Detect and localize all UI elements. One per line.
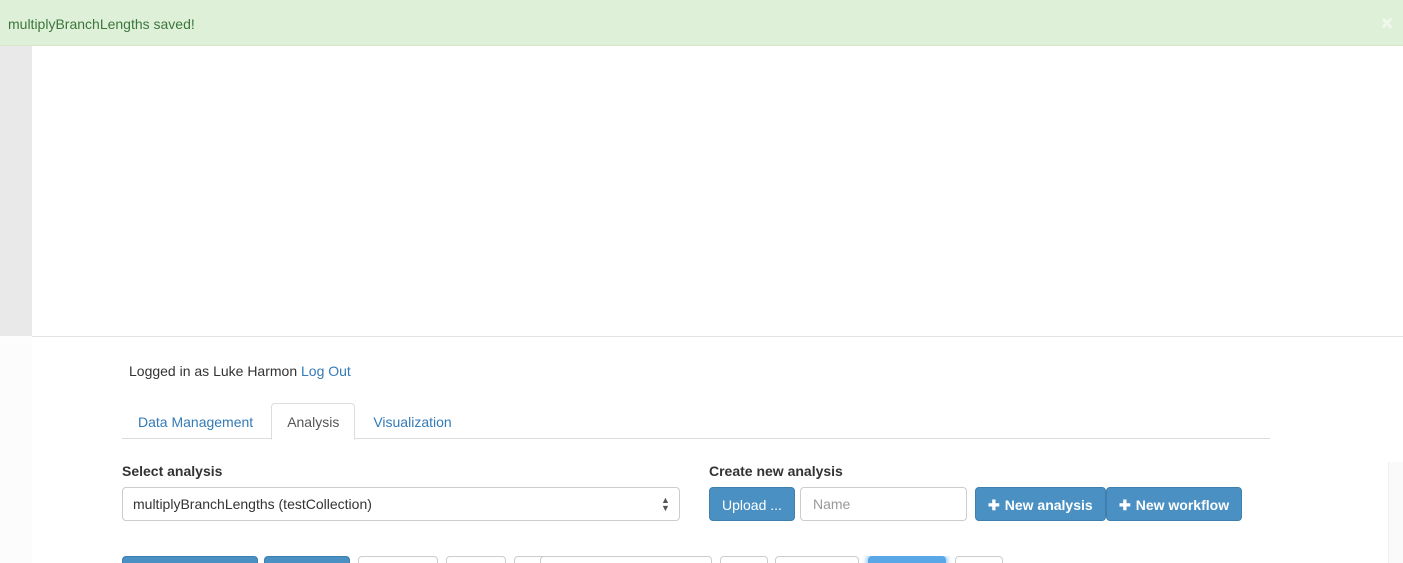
tab-analysis[interactable]: Analysis (271, 403, 356, 440)
stepper-down-icon: ▼ (661, 503, 670, 513)
alert-message: multiplyBranchLengths saved! (8, 16, 195, 32)
left-gutter (0, 46, 32, 336)
plus-icon: ✚ (1119, 497, 1131, 513)
clipped-toolbar-button[interactable] (358, 556, 438, 563)
page-scrollbar-track[interactable] (1388, 462, 1403, 563)
upload-button[interactable]: Upload ... (709, 487, 795, 521)
select-analysis-value: multiplyBranchLengths (testCollection) (133, 496, 372, 512)
select-analysis-label: Select analysis (122, 463, 223, 479)
new-analysis-button-label: New analysis (1004, 497, 1093, 513)
stepper-arrows-icon: ▲ ▼ (661, 496, 670, 514)
select-analysis-dropdown[interactable]: multiplyBranchLengths (testCollection) ▲… (122, 487, 680, 521)
create-analysis-label: Create new analysis (709, 463, 843, 479)
app-root: multiplyBranchLengths saved! × Logged in… (0, 0, 1403, 563)
tab-data-management[interactable]: Data Management (122, 403, 269, 439)
clipped-toolbar-button[interactable] (955, 556, 1003, 563)
clipped-toolbar-button[interactable] (122, 556, 258, 563)
logout-link[interactable]: Log Out (301, 363, 351, 379)
clipped-toolbar-button[interactable] (540, 556, 712, 563)
plus-icon: ✚ (988, 497, 1000, 513)
success-alert: multiplyBranchLengths saved! × (0, 0, 1403, 46)
clipped-toolbar-row (0, 556, 1403, 563)
viewer-canvas (0, 46, 1403, 336)
logged-in-label: Logged in as Luke Harmon (129, 363, 298, 379)
close-icon[interactable]: × (1379, 14, 1395, 33)
control-panel: Logged in as Luke Harmon Log Out Data Ma… (0, 337, 1403, 563)
tab-visualization[interactable]: Visualization (357, 403, 467, 439)
clipped-toolbar-button[interactable] (446, 556, 506, 563)
new-workflow-button-label: New workflow (1135, 497, 1230, 513)
new-workflow-button[interactable]: ✚ New workflow (1106, 487, 1243, 521)
clipped-toolbar-button[interactable] (868, 556, 946, 563)
clipped-toolbar-button[interactable] (264, 556, 350, 563)
clipped-toolbar-button[interactable] (720, 556, 768, 563)
session-row: Logged in as Luke Harmon Log Out (129, 362, 351, 380)
new-analysis-button[interactable]: ✚ New analysis (975, 487, 1106, 521)
analysis-name-input[interactable] (800, 487, 967, 521)
main-tabs: Data Management Analysis Visualization (122, 403, 1270, 440)
clipped-toolbar-button[interactable] (775, 556, 859, 563)
lower-left-gutter (0, 337, 32, 563)
